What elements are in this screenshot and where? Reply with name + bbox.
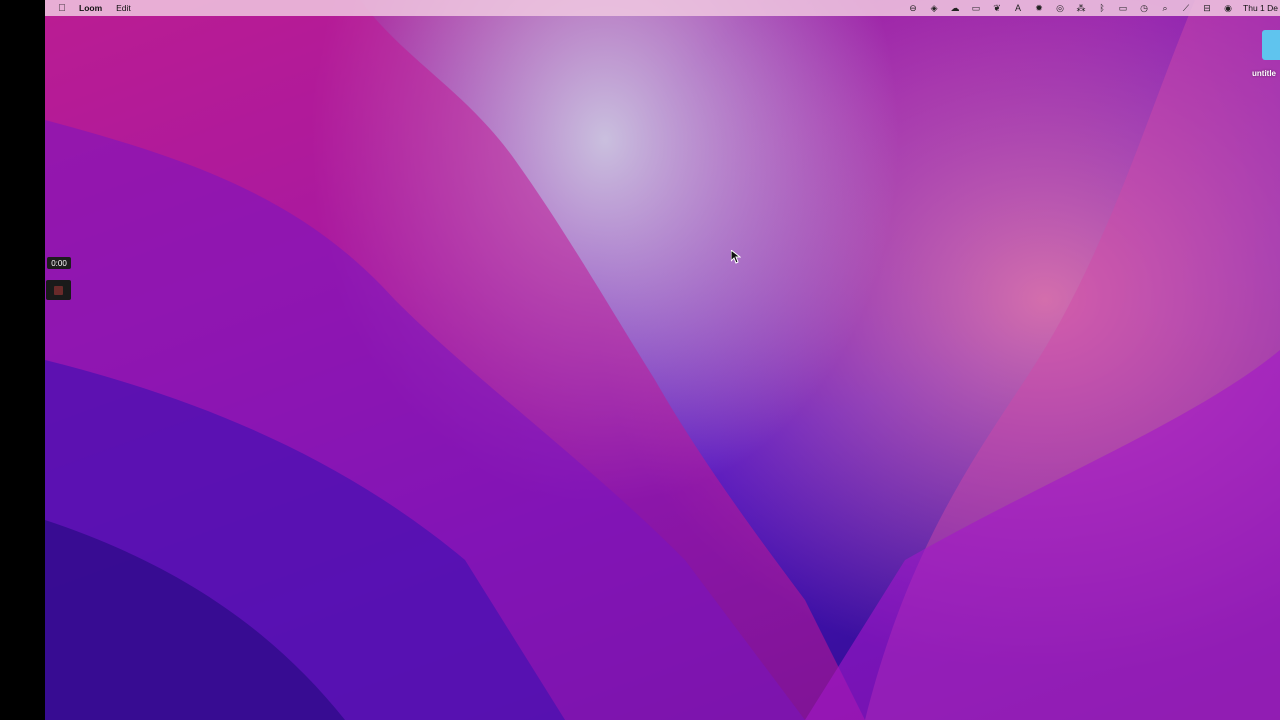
search-icon[interactable]: ⌕ xyxy=(1159,3,1171,13)
folder-icon[interactable] xyxy=(1262,30,1280,60)
font-app-icon[interactable]: A xyxy=(1012,3,1024,13)
loom-control-panel xyxy=(46,280,71,300)
screen-share-icon[interactable]: ▭ xyxy=(970,3,982,13)
screen-left-black-bar xyxy=(0,0,45,720)
menubar-clock[interactable]: Thu 1 De xyxy=(1243,3,1278,13)
dropbox-icon[interactable]: ◈ xyxy=(928,3,940,13)
stop-recording-button[interactable] xyxy=(54,285,63,295)
battery-icon[interactable]: ▭ xyxy=(1117,3,1129,13)
play-icon[interactable]: ◎ xyxy=(1054,3,1066,13)
wallpaper-shapes xyxy=(45,0,1280,720)
apple-menu-icon[interactable]:  xyxy=(45,3,79,14)
fan-icon[interactable]: ⁂ xyxy=(1075,3,1087,13)
loom-recording-timer: 0:00 xyxy=(47,257,71,269)
desktop-wallpaper xyxy=(45,0,1280,720)
desktop-folder-label[interactable]: untitle xyxy=(1252,69,1276,78)
minus-circle-icon[interactable]: ⊖ xyxy=(907,3,919,13)
gear-icon[interactable]: ✹ xyxy=(1033,3,1045,13)
bluetooth-icon[interactable]: ᛒ xyxy=(1096,3,1108,13)
status-area: ⊖ ◈ ☁ ▭ ❦ A ✹ ◎ ⁂ ᛒ ▭ ◷ ⌕ ⟋ ⊟ ◉ Thu 1 De xyxy=(907,0,1280,16)
creative-cloud-icon[interactable]: ☁ xyxy=(949,3,961,13)
siri-icon[interactable]: ◉ xyxy=(1222,3,1234,13)
evernote-icon[interactable]: ❦ xyxy=(991,3,1003,13)
menu-app-name[interactable]: Loom xyxy=(79,3,102,13)
menu-bar:  Loom Edit ⊖ ◈ ☁ ▭ ❦ A ✹ ◎ ⁂ ᛒ ▭ ◷ ⌕ ⟋ … xyxy=(45,0,1280,16)
wifi-off-icon[interactable]: ⟋ xyxy=(1180,3,1192,13)
time-machine-icon[interactable]: ◷ xyxy=(1138,3,1150,13)
control-center-icon[interactable]: ⊟ xyxy=(1201,3,1213,13)
menu-edit[interactable]: Edit xyxy=(116,3,131,13)
